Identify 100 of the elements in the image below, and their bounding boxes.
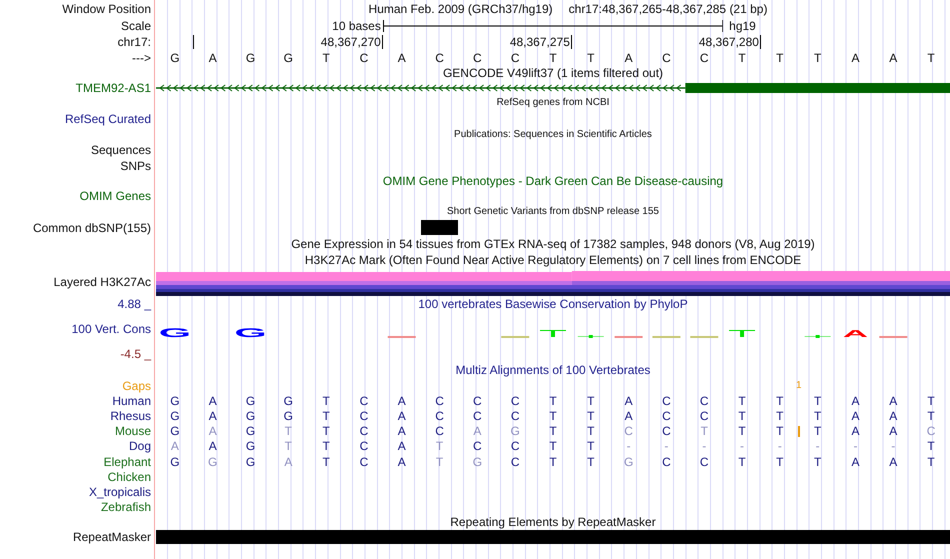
base-letter: T: [434, 440, 444, 452]
base-letter: G: [169, 394, 181, 407]
variant-block[interactable]: [420, 220, 458, 235]
tick-mark: [192, 35, 194, 49]
base-letter: C: [698, 52, 710, 64]
base-letter: T: [737, 410, 747, 422]
base-letter: C: [510, 52, 521, 64]
base-letter: C: [698, 456, 710, 468]
base-letter: G: [282, 52, 294, 64]
position-range: chr17:48,367,265-48,367,285 (21 bp): [568, 2, 768, 14]
base-letter: T: [586, 52, 596, 64]
base-letter: C: [358, 52, 370, 64]
base-letter: C: [510, 394, 521, 407]
base-letter: C: [623, 425, 634, 438]
base-letter: A: [850, 456, 860, 468]
base-letter: -: [890, 440, 896, 452]
base-letter: G: [244, 456, 256, 468]
track-label[interactable]: OMIM Genes: [80, 190, 151, 202]
base-letter: C: [472, 394, 483, 407]
track-title: GENCODE V49lift37 (1 items filtered out): [442, 67, 664, 79]
base-letter: -: [776, 440, 783, 452]
base-letter: A: [624, 394, 634, 407]
track-label[interactable]: SNPs: [120, 160, 151, 172]
base-letter: G: [622, 456, 634, 468]
base-letter: T: [926, 410, 936, 422]
base-letter: T: [321, 456, 331, 468]
assembly-label: hg19: [728, 18, 756, 32]
species-label[interactable]: Dog: [128, 440, 151, 452]
base-letter: -: [701, 440, 708, 452]
base-letter: T: [737, 425, 747, 438]
base-letter: C: [661, 456, 672, 468]
base-letter: A: [472, 425, 482, 438]
base-letter: T: [926, 52, 936, 64]
base-letter: C: [472, 410, 483, 422]
track-title: OMIM Gene Phenotypes - Dark Green Can Be Disease-causing: [382, 175, 724, 187]
base-letter: T: [586, 425, 596, 438]
base-letter: G: [169, 456, 181, 468]
base-letter: A: [850, 410, 860, 422]
base-letter: C: [358, 440, 370, 452]
base-letter: T: [586, 394, 596, 407]
species-label[interactable]: X_tropicalis: [88, 486, 151, 498]
base-letter: -: [739, 440, 746, 452]
base-letter: A: [396, 425, 407, 438]
base-letter: -: [663, 440, 670, 452]
track-label[interactable]: RefSeq Curated: [64, 113, 151, 125]
track-title: H3K27Ac Mark (Often Found Near Active Regulatory Elements) on 7 cell lines from ENCODE: [304, 254, 802, 266]
base-letter: A: [888, 456, 898, 468]
base-letter: T: [548, 425, 558, 438]
species-label[interactable]: Mouse: [114, 425, 151, 438]
base-letter: G: [244, 425, 256, 438]
row-label: --->: [132, 52, 151, 64]
base-letter: T: [586, 440, 596, 452]
base-letter: G: [282, 394, 294, 407]
base-letter: G: [169, 52, 181, 64]
base-letter: -: [852, 440, 858, 452]
track-label[interactable]: RepeatMasker: [72, 531, 151, 543]
track-label[interactable]: Common dbSNP(155): [32, 222, 151, 234]
base-letter: T: [775, 425, 785, 438]
track-label[interactable]: Layered H3K27Ac: [54, 276, 151, 288]
base-letter: G: [510, 425, 521, 438]
base-letter: T: [321, 394, 331, 407]
base-letter: T: [812, 394, 822, 407]
track-label[interactable]: Sequences: [90, 144, 151, 156]
base-letter: A: [888, 410, 898, 422]
species-label[interactable]: Chicken: [108, 470, 151, 483]
gene-label[interactable]: TMEM92-AS1: [76, 82, 151, 94]
row-label: Scale: [120, 20, 151, 32]
base-letter: T: [586, 410, 596, 422]
base-letter: A: [208, 425, 218, 438]
scale-text: 10 bases: [332, 18, 382, 32]
base-letter: A: [624, 52, 634, 64]
base-letter: A: [396, 410, 407, 422]
base-letter: G: [282, 410, 294, 422]
base-letter: C: [698, 394, 710, 407]
base-letter: T: [284, 440, 293, 452]
species-label[interactable]: Elephant: [104, 456, 151, 468]
base-letter: T: [737, 52, 747, 64]
species-label[interactable]: Zebrafish: [100, 501, 151, 514]
base-letter: T: [926, 394, 936, 407]
gene-model-drawing[interactable]: [156, 83, 950, 93]
base-letter: C: [698, 410, 710, 422]
base-letter: A: [888, 394, 898, 407]
axis-label: 4.88 _: [118, 298, 151, 310]
track-title: Gene Expression in 54 tissues from GTEx RNA-seq of 17382 samples, 948 donors (V8, Aug 2019): [291, 238, 815, 250]
track-title: Publications: Sequences in Scientific Articles: [454, 130, 652, 140]
position-tick: 48,367,280: [698, 35, 761, 49]
base-letter: T: [321, 410, 331, 422]
gap-count: 1: [796, 380, 802, 390]
species-label[interactable]: Rhesus: [110, 410, 151, 422]
base-letter: A: [283, 456, 294, 468]
base-letter: G: [472, 456, 484, 468]
base-letter: T: [700, 425, 709, 438]
base-letter: G: [207, 456, 218, 468]
track-label[interactable]: 100 Vert. Cons: [72, 323, 151, 335]
base-letter: T: [321, 52, 331, 64]
base-letter: A: [208, 410, 218, 422]
species-label[interactable]: Human: [112, 394, 151, 407]
base-letter: T: [586, 456, 596, 468]
base-letter: A: [170, 440, 180, 452]
base-letter: T: [775, 456, 785, 468]
